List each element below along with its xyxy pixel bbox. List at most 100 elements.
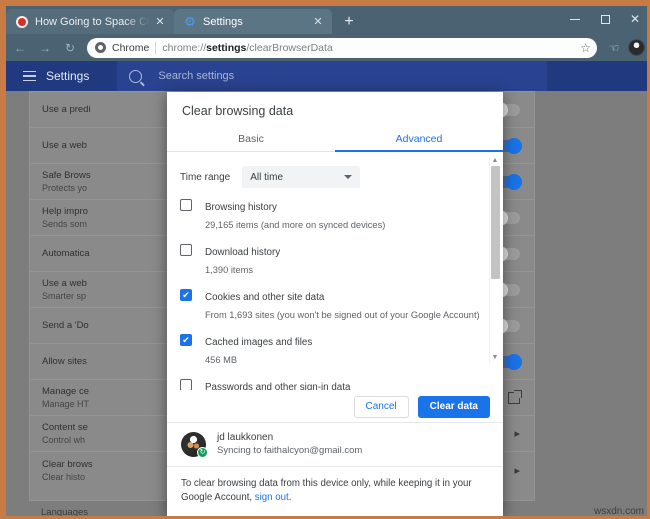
clear-browsing-data-dialog: Clear browsing data Basic Advanced Time … (167, 92, 503, 518)
chrome-chip-label: Chrome (112, 42, 149, 54)
scroll-up-icon[interactable]: ▲ (492, 157, 499, 166)
url-suffix: /clearBrowserData (246, 42, 332, 54)
tab-title: Settings (203, 16, 308, 28)
row-title: Manage ce (42, 386, 89, 397)
scrollbar-track[interactable] (491, 166, 500, 354)
row-title: Clear brows (42, 459, 93, 470)
url-bold: settings (206, 42, 246, 54)
minimize-button[interactable] (560, 6, 590, 32)
maximize-button[interactable] (590, 6, 620, 32)
browser-toolbar: ← → ↻ Chrome chrome://settings/clearBrow… (6, 34, 650, 61)
tab-strip: How Going to Space Changes th ✕ ⚙ Settin… (6, 6, 650, 34)
address-bar[interactable]: Chrome chrome://settings/clearBrowserDat… (87, 38, 597, 58)
item-label: Cookies and other site data (205, 292, 324, 303)
new-tab-button[interactable]: + (336, 10, 362, 34)
row-subtitle: Control wh (42, 435, 88, 445)
checkbox[interactable] (180, 199, 192, 211)
profile-avatar-icon[interactable] (628, 39, 645, 56)
browser-tab-article[interactable]: How Going to Space Changes th ✕ (6, 9, 174, 34)
forward-icon[interactable]: → (34, 37, 56, 59)
extension-icon[interactable]: ☜ (603, 37, 625, 59)
row-title: Help impro (42, 206, 88, 217)
checkbox[interactable] (180, 244, 192, 256)
item-label: Browsing history (205, 202, 277, 213)
dialog-actions: Cancel Clear data (167, 390, 503, 422)
row-subtitle: Manage HT (42, 399, 89, 409)
cancel-button[interactable]: Cancel (354, 396, 409, 418)
tab-basic[interactable]: Basic (167, 128, 335, 152)
row-subtitle: Smarter sp (42, 291, 87, 301)
sign-out-link[interactable]: sign out (255, 492, 289, 503)
dialog-footer: To clear browsing data from this device … (167, 466, 503, 518)
watermark: wsxdn.com (594, 506, 644, 517)
browser-window: How Going to Space Changes th ✕ ⚙ Settin… (0, 0, 650, 519)
external-link-icon[interactable] (508, 392, 520, 404)
checkbox-item-cookies[interactable]: ✔ Cookies and other site data From 1,693… (167, 278, 503, 323)
search-input[interactable]: Search settings (117, 61, 547, 91)
dialog-scrollbar[interactable]: ▲ ▼ (489, 157, 500, 363)
dialog-tabs: Basic Advanced (167, 128, 503, 153)
time-range-row: Time range All time (167, 152, 503, 188)
settings-header: Settings Search settings (6, 61, 650, 91)
checkbox-item-browsing-history[interactable]: Browsing history 29,165 items (and more … (167, 188, 503, 233)
dialog-title: Clear browsing data (167, 92, 503, 118)
scroll-down-icon[interactable]: ▼ (492, 354, 499, 363)
languages-section-label[interactable]: Languages (41, 507, 88, 518)
chevron-right-icon[interactable]: ▸ (514, 464, 520, 477)
url-text: chrome://settings/clearBrowserData (162, 42, 576, 54)
checkbox-item-passwords[interactable]: Passwords and other sign-in data 568 pas… (167, 368, 503, 390)
chevron-down-icon (344, 175, 352, 179)
time-range-select[interactable]: All time (242, 166, 360, 188)
row-subtitle: Protects yo (42, 183, 91, 193)
time-range-label: Time range (180, 172, 230, 183)
scrollbar-thumb[interactable] (491, 166, 500, 279)
footer-text-end: . (289, 492, 292, 503)
sync-icon: ↻ (197, 447, 208, 458)
search-placeholder: Search settings (158, 70, 234, 82)
reload-icon[interactable]: ↻ (59, 37, 81, 59)
checkbox-item-download-history[interactable]: Download history 1,390 items (167, 233, 503, 278)
hamburger-icon[interactable] (14, 61, 44, 91)
window-controls: ✕ (560, 6, 650, 32)
url-prefix: chrome:// (162, 42, 206, 54)
account-row: ↻ jd laukkonen Syncing to faithalcyon@gm… (167, 422, 503, 466)
item-sublabel: 1,390 items (205, 265, 253, 275)
item-sublabel: From 1,693 sites (you won't be signed ou… (205, 310, 480, 320)
row-title: Use a web (42, 278, 87, 289)
checkbox[interactable] (180, 379, 192, 390)
search-icon (129, 70, 142, 83)
site-info-icon[interactable] (95, 42, 106, 53)
close-icon[interactable]: ✕ (310, 14, 326, 30)
settings-title: Settings (46, 69, 89, 83)
item-label: Passwords and other sign-in data (205, 382, 350, 390)
back-icon[interactable]: ← (9, 37, 31, 59)
row-title: Allow sites (42, 356, 87, 367)
row-title: Use a web (42, 140, 87, 151)
close-window-button[interactable]: ✕ (620, 6, 650, 32)
browser-tab-settings[interactable]: ⚙ Settings ✕ (174, 9, 332, 34)
row-subtitle: Clear histo (42, 472, 93, 482)
row-subtitle: Sends som (42, 219, 88, 229)
avatar: ↻ (181, 432, 206, 457)
gear-icon: ⚙ (184, 16, 196, 28)
account-name: jd laukkonen (217, 432, 362, 443)
tab-title: How Going to Space Changes th (35, 16, 150, 28)
divider (155, 42, 156, 54)
row-title: Automatica (42, 248, 90, 259)
dialog-body: Time range All time Browsing history 29,… (167, 152, 503, 390)
close-icon[interactable]: ✕ (152, 14, 168, 30)
checkbox[interactable]: ✔ (180, 334, 192, 346)
chevron-right-icon[interactable]: ▸ (514, 427, 520, 440)
item-label: Download history (205, 247, 280, 258)
bookmark-star-icon[interactable]: ☆ (580, 41, 591, 55)
checkbox-item-cached-images[interactable]: ✔ Cached images and files 456 MB (167, 323, 503, 368)
item-sublabel: 456 MB (205, 355, 237, 365)
red-circle-icon (16, 16, 28, 28)
item-sublabel: 29,165 items (and more on synced devices… (205, 220, 385, 230)
checkbox[interactable]: ✔ (180, 289, 192, 301)
clear-data-button[interactable]: Clear data (418, 396, 490, 418)
tab-advanced[interactable]: Advanced (335, 128, 503, 152)
account-sync-status: Syncing to faithalcyon@gmail.com (217, 445, 362, 456)
time-range-value: All time (250, 172, 283, 183)
footer-text: To clear browsing data from this device … (181, 478, 472, 504)
